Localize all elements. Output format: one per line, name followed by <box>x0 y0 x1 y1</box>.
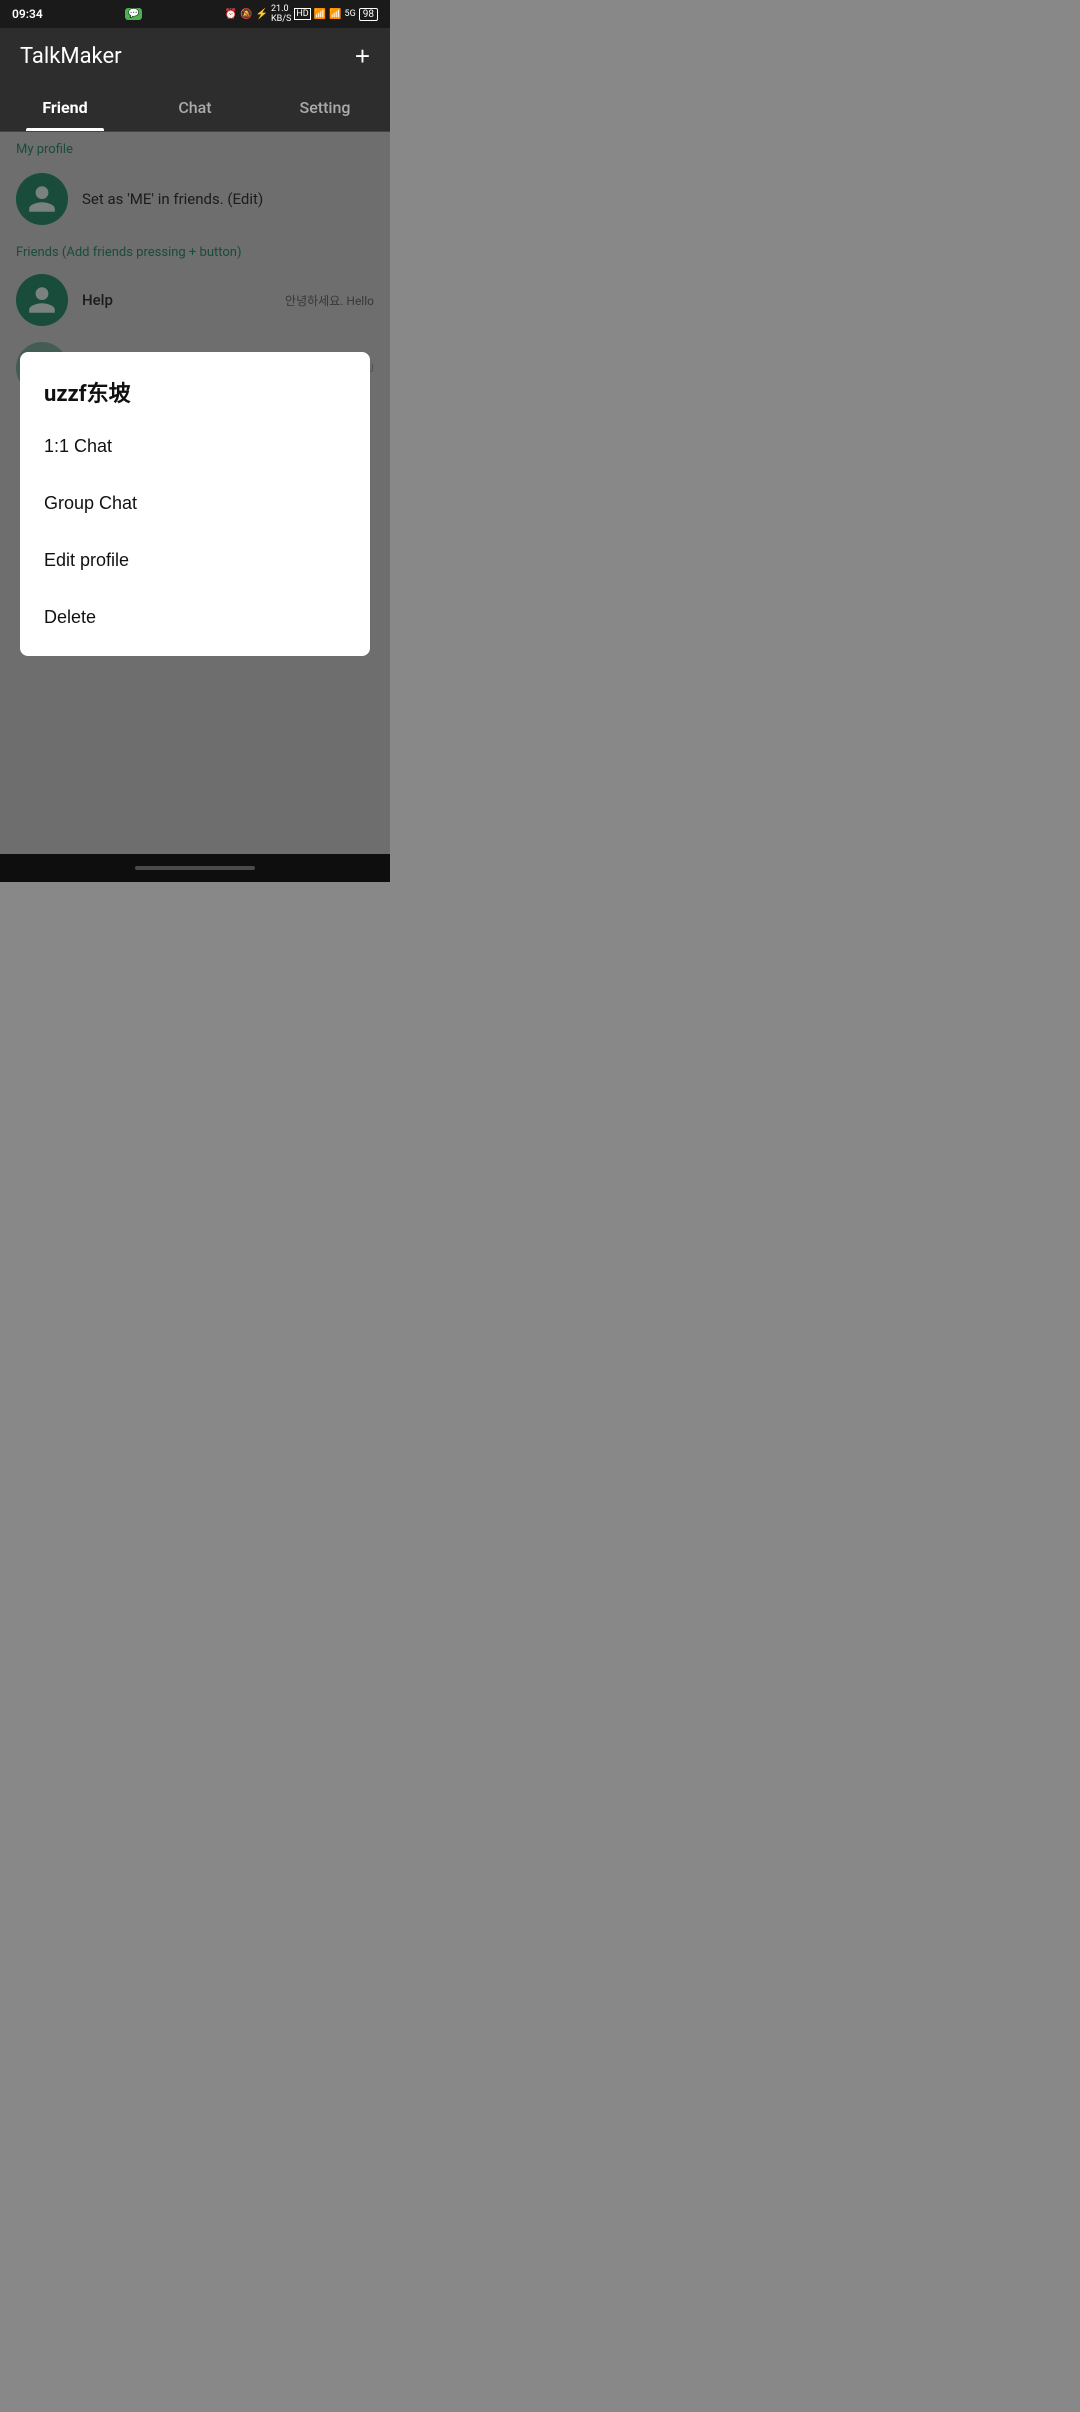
tab-chat[interactable]: Chat <box>130 84 260 131</box>
battery-icon: 98 <box>359 8 378 21</box>
dialog-item-delete[interactable]: Delete <box>44 589 346 646</box>
signal-icon: 📶 <box>329 9 341 20</box>
dialog-item-group-chat[interactable]: Group Chat <box>44 475 346 532</box>
dialog-item-edit-profile[interactable]: Edit profile <box>44 532 346 589</box>
tab-setting[interactable]: Setting <box>260 84 390 131</box>
tab-friend[interactable]: Friend <box>0 84 130 131</box>
status-bar: 09:34 💬 ⏰ 🔕 ⚡ 21.0KB/S HD 📶 📶 5G 98 <box>0 0 390 28</box>
wifi-icon: 📶 <box>314 9 326 20</box>
tabs: Friend Chat Setting <box>0 84 390 132</box>
phone-wrapper: 09:34 💬 ⏰ 🔕 ⚡ 21.0KB/S HD 📶 📶 5G 98 Talk… <box>0 0 390 882</box>
status-time: 09:34 <box>12 7 43 21</box>
content-area: My profile Set as 'ME' in friends. (Edit… <box>0 132 390 882</box>
app-bar: TalkMaker + <box>0 28 390 84</box>
status-msg-icon: 💬 <box>125 8 142 20</box>
data-speed: 21.0KB/S <box>271 4 291 24</box>
dialog-item-one-on-one-chat[interactable]: 1:1 Chat <box>44 418 346 475</box>
status-icons: ⏰ 🔕 ⚡ 21.0KB/S HD 📶 📶 5G 98 <box>225 4 378 24</box>
context-menu-dialog: uzzf东坡 1:1 Chat Group Chat Edit profile … <box>20 352 370 656</box>
mute-icon: 🔕 <box>240 9 252 20</box>
bluetooth-icon: ⚡ <box>256 9 268 20</box>
dialog-title: uzzf东坡 <box>44 376 346 408</box>
alarm-icon: ⏰ <box>225 9 237 20</box>
5g-label: 5G <box>345 9 356 19</box>
app-title: TalkMaker <box>20 44 122 69</box>
hd-icon: HD <box>294 8 310 20</box>
add-button[interactable]: + <box>355 43 370 69</box>
